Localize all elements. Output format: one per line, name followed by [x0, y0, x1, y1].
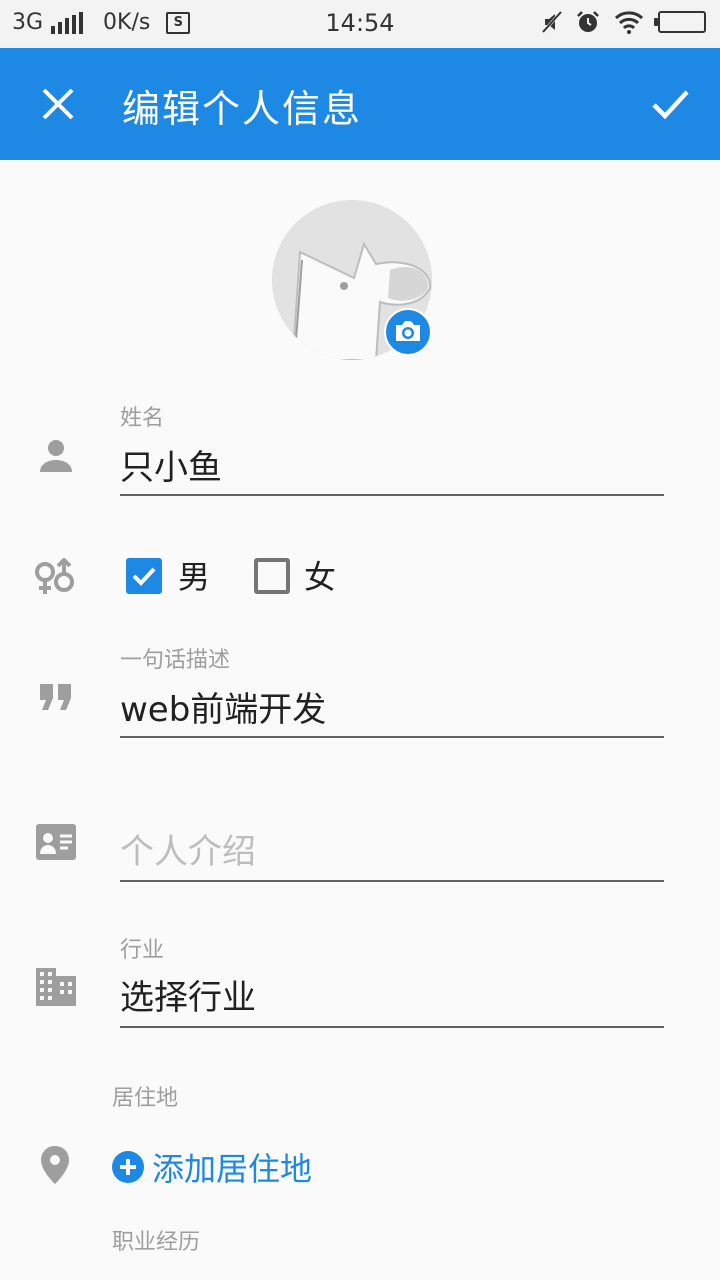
contact-card-icon: [36, 824, 76, 860]
gender-icon: [35, 558, 74, 594]
name-label: 姓名: [120, 406, 165, 431]
tagline-field[interactable]: web前端开发: [120, 686, 664, 738]
mute-icon: [542, 11, 562, 33]
male-label: 男: [178, 558, 211, 596]
industry-field[interactable]: 选择行业: [120, 974, 664, 1028]
alarm-icon: [577, 11, 599, 32]
name-field[interactable]: 只小鱼: [120, 444, 664, 496]
intro-placeholder: 个人介绍: [120, 832, 256, 872]
tagline-label: 一句话描述: [120, 648, 231, 673]
add-residence-label: 添加居住地: [152, 1150, 313, 1188]
career-label: 职业经历: [112, 1230, 201, 1255]
battery-icon: [654, 11, 706, 33]
checkmark-icon: [132, 567, 156, 586]
plus-circle-icon: [112, 1151, 144, 1183]
check-icon[interactable]: [640, 76, 700, 132]
name-value: 只小鱼: [120, 448, 222, 488]
status-right: [542, 10, 706, 34]
app-bar: 编辑个人信息: [0, 48, 720, 160]
female-label: 女: [304, 558, 337, 596]
building-icon: [36, 968, 76, 1006]
status-bar: 3G 0K/s S 14:54: [0, 0, 720, 48]
female-checkbox[interactable]: [254, 558, 290, 594]
male-checkbox[interactable]: [126, 558, 162, 594]
wifi-icon: [614, 11, 644, 34]
close-icon[interactable]: [30, 76, 86, 132]
change-avatar-button[interactable]: [384, 308, 432, 356]
residence-label: 居住地: [112, 1086, 179, 1111]
industry-value: 选择行业: [120, 978, 256, 1018]
tagline-value: web前端开发: [120, 690, 327, 730]
add-residence-button[interactable]: 添加居住地: [112, 1144, 312, 1190]
intro-field[interactable]: 个人介绍: [120, 828, 664, 882]
page-title: 编辑个人信息: [122, 87, 363, 131]
camera-icon: [396, 321, 420, 341]
person-icon: [40, 440, 72, 472]
industry-label: 行业: [120, 938, 165, 963]
location-pin-icon: [41, 1146, 69, 1184]
quote-icon: [40, 684, 71, 710]
